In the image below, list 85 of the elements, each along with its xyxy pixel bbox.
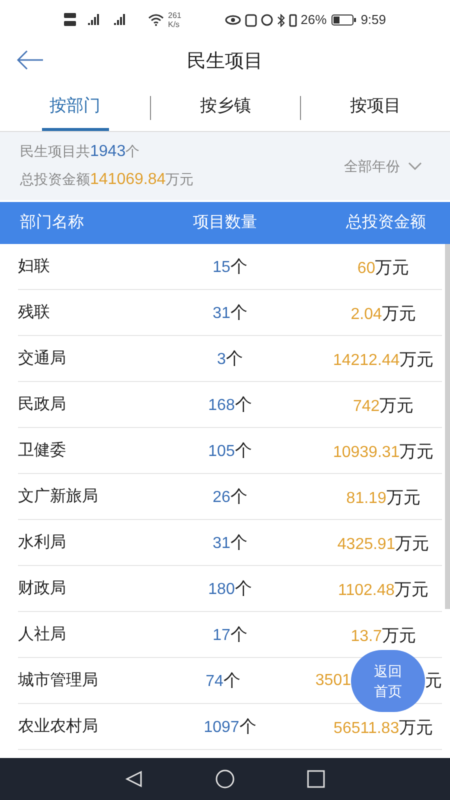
- investment-amount: 2.04: [350, 304, 382, 324]
- count-unit: 个: [234, 394, 252, 416]
- summary-label: 总投资金额: [20, 170, 90, 189]
- eye-icon: [224, 15, 241, 25]
- project-count: 31: [212, 534, 230, 554]
- investment-amount: 13.7: [350, 626, 382, 646]
- count-unit: 个: [230, 486, 248, 508]
- amount-unit: 元: [425, 670, 442, 692]
- amount-unit: 万元: [382, 302, 416, 324]
- investment-amount: 4325.91: [337, 534, 396, 554]
- vibrate-icon: [288, 14, 297, 26]
- back-button[interactable]: [16, 48, 44, 72]
- investment-amount: 10939.31: [332, 442, 400, 462]
- tab[interactable]: 按项目: [342, 84, 409, 131]
- project-count: 74: [206, 672, 224, 692]
- investment-amount: 56511.83: [334, 718, 400, 738]
- count-unit: 个: [234, 440, 252, 462]
- amount-unit: 万元: [394, 578, 429, 600]
- department-name: 残联: [18, 302, 51, 322]
- count-unit: 个: [223, 670, 240, 692]
- battery-percent: 26%: [300, 11, 327, 30]
- project-count: 26: [212, 488, 230, 508]
- department-name: 农业农村局: [18, 716, 99, 736]
- amount-unit: 万元: [380, 394, 414, 416]
- amount-unit: 万元: [400, 440, 434, 462]
- count-unit: 个: [226, 348, 243, 370]
- back-nav-icon[interactable]: [125, 770, 143, 788]
- investment-amount: 742: [352, 396, 380, 416]
- count-unit: 个: [126, 142, 140, 161]
- count-unit: 个: [230, 624, 248, 646]
- clock: 9:59: [360, 11, 386, 30]
- department-name: 民政局: [18, 394, 67, 414]
- network-speed: 261: [168, 11, 182, 20]
- alarm-icon: [260, 14, 273, 26]
- department-name: 交通局: [18, 348, 67, 368]
- department-name: 城市管理局: [18, 670, 99, 690]
- count-unit: 个: [230, 302, 248, 324]
- amount-unit: 万元: [400, 348, 434, 370]
- project-count: 1097: [204, 718, 240, 738]
- count-unit: 个: [230, 532, 248, 554]
- department-name: 水利局: [18, 532, 67, 552]
- total-investment: 141069.84: [90, 170, 166, 190]
- project-count: 15: [212, 258, 230, 278]
- chevron-down-icon: [408, 162, 422, 170]
- amount-unit: 万元: [395, 532, 430, 554]
- column-header: 部门名称: [20, 212, 85, 233]
- project-count: 105: [208, 442, 235, 462]
- project-count: 31: [212, 304, 230, 324]
- project-count: 180: [208, 580, 235, 600]
- project-count: 1943: [90, 142, 126, 162]
- amount-unit: 万元: [386, 486, 420, 508]
- count-unit: 个: [234, 578, 252, 600]
- department-name: 文广新旅局: [18, 486, 99, 506]
- department-name: 卫健委: [18, 440, 67, 460]
- column-header: 总投资金额: [345, 212, 427, 233]
- network-speed-unit: K/s: [168, 20, 181, 29]
- amount-unit: 万元: [382, 624, 416, 646]
- page-title: 民生项目: [187, 50, 263, 74]
- count-unit: 个: [230, 256, 248, 278]
- recent-apps-icon[interactable]: [307, 770, 325, 788]
- column-header: 项目数量: [192, 213, 258, 233]
- investment-amount: 1102.48: [338, 580, 395, 600]
- investment-amount: 81.19: [346, 488, 386, 508]
- count-unit: 个: [239, 716, 256, 738]
- home-button[interactable]: 返回 首页: [351, 650, 425, 712]
- department-name: 人社局: [18, 624, 67, 644]
- amount-unit: 万元: [375, 256, 410, 278]
- summary-label: 民生项目共: [20, 142, 90, 161]
- nfc-icon: [244, 14, 257, 26]
- tab[interactable]: 按乡镇: [192, 84, 259, 131]
- department-name: 财政局: [18, 578, 67, 598]
- project-count: 3: [217, 350, 226, 370]
- department-name: 妇联: [18, 256, 51, 276]
- project-count: 17: [212, 626, 230, 646]
- amount-unit: 万元: [399, 716, 434, 738]
- year-dropdown[interactable]: 全部年份: [344, 156, 422, 176]
- battery-icon: [330, 14, 357, 26]
- investment-amount: 14212.44: [332, 350, 400, 370]
- wifi-icon: [148, 14, 164, 26]
- investment-amount: 60: [357, 258, 376, 278]
- bluetooth-icon: [276, 14, 285, 26]
- home-nav-icon[interactable]: [215, 769, 235, 789]
- project-count: 168: [208, 396, 235, 416]
- investment-amount: 3501: [315, 670, 351, 690]
- amount-unit: 万元: [166, 170, 194, 189]
